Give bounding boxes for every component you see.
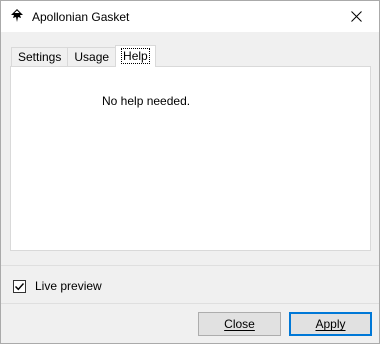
tab-settings[interactable]: Settings: [11, 47, 69, 67]
title-bar[interactable]: Apollonian Gasket: [1, 1, 379, 32]
help-panel: No help needed.: [10, 66, 371, 251]
live-preview-toggle[interactable]: Live preview: [13, 279, 102, 293]
window-title: Apollonian Gasket: [32, 10, 130, 24]
inkscape-icon: [9, 8, 25, 24]
live-preview-label: Live preview: [35, 279, 102, 293]
tab-usage[interactable]: Usage: [67, 47, 117, 67]
dialog-window: Apollonian Gasket Settings Usage Help No…: [0, 0, 380, 344]
apply-button-label: Apply: [315, 317, 346, 331]
checkmark-icon: [15, 282, 25, 290]
close-button-label: Close: [224, 317, 255, 331]
tab-bar: Settings Usage Help: [11, 45, 156, 67]
divider: [1, 265, 379, 266]
help-text: No help needed.: [102, 94, 191, 108]
tab-usage-label: Usage: [74, 50, 110, 64]
close-icon[interactable]: [334, 1, 379, 32]
apply-button[interactable]: Apply: [289, 312, 372, 336]
live-preview-checkbox[interactable]: [13, 279, 26, 293]
button-bar-divider: [1, 303, 379, 304]
tab-help[interactable]: Help: [115, 45, 156, 67]
close-button[interactable]: Close: [198, 312, 281, 336]
tab-help-label: Help: [121, 48, 150, 64]
tab-settings-label: Settings: [18, 50, 62, 64]
